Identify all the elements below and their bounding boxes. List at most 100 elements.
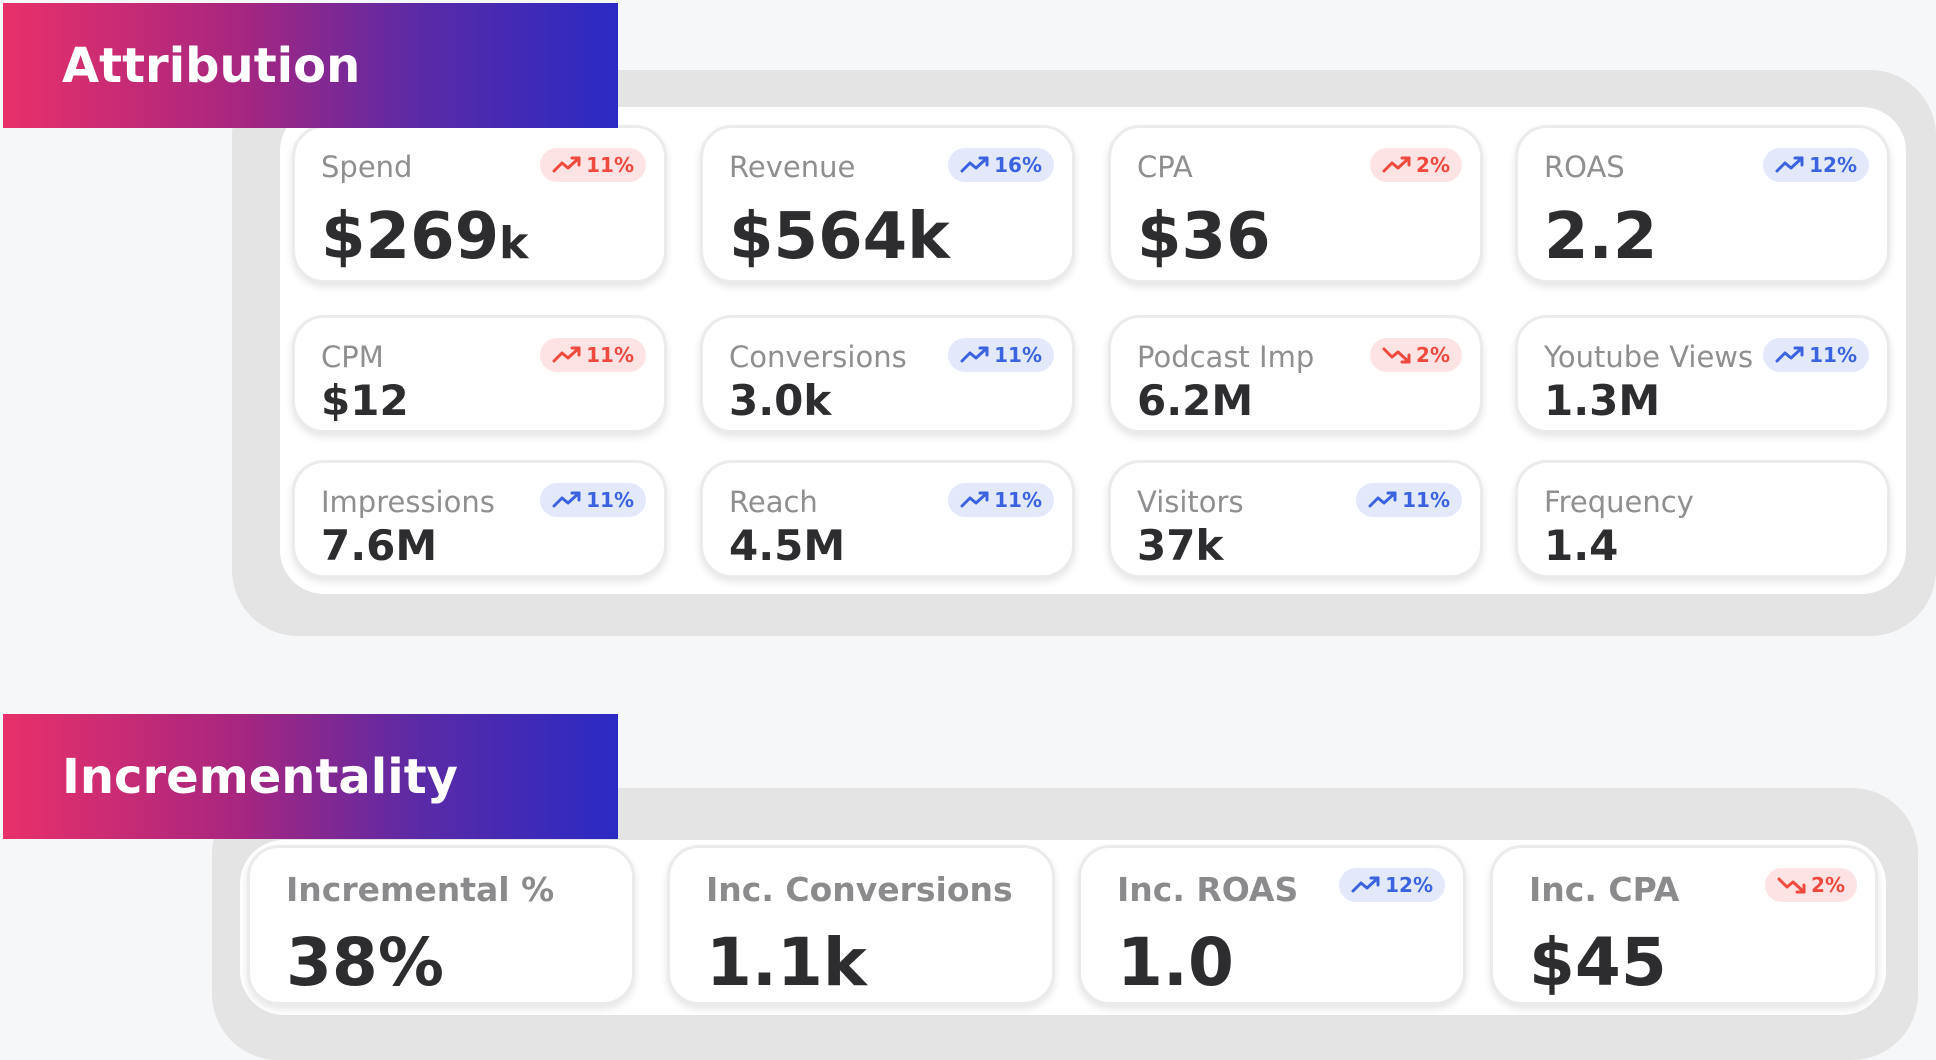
metric-card-conversions[interactable]: Conversions 3.0k 11%: [700, 315, 1075, 433]
metric-value: 7.6M: [321, 521, 437, 570]
trend-badge: 2%: [1765, 868, 1857, 902]
trend-percent: 11%: [994, 488, 1042, 512]
metric-value: 1.1k: [706, 924, 867, 1001]
trend-percent: 11%: [586, 488, 634, 512]
metric-value-text: $45: [1529, 924, 1667, 1001]
metric-card-revenue[interactable]: Revenue $564k 16%: [700, 125, 1075, 283]
attribution-banner: Attribution: [3, 3, 618, 128]
metric-value: 1.4: [1544, 521, 1618, 570]
metric-value: $12: [321, 376, 409, 425]
trend-percent: 2%: [1416, 153, 1450, 177]
trending-up-icon: [1775, 155, 1805, 175]
trending-up-icon: [1775, 345, 1805, 365]
trending-up-icon: [552, 155, 582, 175]
trend-badge: 16%: [948, 148, 1054, 182]
trending-up-icon: [1351, 875, 1381, 895]
trend-percent: 11%: [1809, 343, 1857, 367]
metric-value-text: 1.4: [1544, 521, 1619, 570]
trend-percent: 2%: [1811, 873, 1845, 897]
metric-value: 37k: [1137, 521, 1223, 570]
metric-label: CPA: [1137, 150, 1193, 184]
metric-card-roas[interactable]: ROAS 2.2 12%: [1515, 125, 1890, 283]
metric-value: 1.0: [1117, 924, 1234, 1001]
metric-card-youtube-views[interactable]: Youtube Views 1.3M 11%: [1515, 315, 1890, 433]
metric-label: Podcast Imp: [1137, 340, 1315, 374]
metric-label: Inc. ROAS: [1117, 870, 1299, 909]
dashboard: Attribution Spend $269k 11% Revenue $564k 16%…: [0, 0, 1936, 1060]
metric-value-text: 6.2M: [1137, 376, 1254, 425]
trend-percent: 11%: [994, 343, 1042, 367]
metric-value: 1.3M: [1544, 376, 1660, 425]
incrementality-title: Incrementality: [62, 748, 458, 805]
metric-value: 2.2: [1544, 200, 1657, 274]
incrementality-banner: Incrementality: [3, 714, 618, 839]
metric-value-text: 38%: [286, 924, 444, 1001]
trend-percent: 11%: [586, 343, 634, 367]
trending-up-icon: [960, 155, 990, 175]
metric-value: 6.2M: [1137, 376, 1253, 425]
trend-badge: 11%: [540, 483, 646, 517]
metric-card-podcast-imp[interactable]: Podcast Imp 6.2M 2%: [1108, 315, 1483, 433]
metric-label: Youtube Views: [1544, 340, 1754, 374]
metric-label: Inc. Conversions: [706, 870, 1013, 909]
metric-label: Inc. CPA: [1529, 870, 1680, 909]
trend-percent: 2%: [1416, 343, 1450, 367]
metric-card-inc-conversions[interactable]: Inc. Conversions 1.1k: [667, 845, 1055, 1005]
trend-percent: 12%: [1385, 873, 1433, 897]
metric-value-text: 1.0: [1117, 924, 1234, 1001]
metric-card-impressions[interactable]: Impressions 7.6M 11%: [292, 460, 667, 578]
metric-card-frequency[interactable]: Frequency 1.4: [1515, 460, 1890, 578]
trend-badge: 11%: [1763, 338, 1869, 372]
trending-down-icon: [1777, 875, 1807, 895]
metric-card-incremental[interactable]: Incremental % 38%: [247, 845, 635, 1005]
metric-label: Incremental %: [286, 870, 555, 909]
trending-up-icon: [1368, 490, 1398, 510]
metric-card-cpa[interactable]: CPA $36 2%: [1108, 125, 1483, 283]
metric-card-cpm[interactable]: CPM $12 11%: [292, 315, 667, 433]
metric-value: 3.0k: [729, 376, 831, 425]
metric-card-reach[interactable]: Reach 4.5M 11%: [700, 460, 1075, 578]
metric-value-text: 4.5M: [729, 521, 846, 570]
metric-card-inc-cpa[interactable]: Inc. CPA $45 2%: [1490, 845, 1878, 1005]
trend-badge: 11%: [540, 148, 646, 182]
metric-label: Conversions: [729, 340, 907, 374]
metric-value-text: 1.3M: [1544, 376, 1661, 425]
metric-value-text: $564k: [729, 200, 950, 274]
trending-up-icon: [552, 345, 582, 365]
metric-value-text: $269: [321, 200, 500, 274]
metric-value: $36: [1137, 200, 1271, 274]
metric-value: $564k: [729, 200, 950, 274]
metric-label: Impressions: [321, 485, 495, 519]
trending-up-icon: [960, 490, 990, 510]
metric-value: 38%: [286, 924, 444, 1001]
metric-label: ROAS: [1544, 150, 1625, 184]
trend-badge: 11%: [540, 338, 646, 372]
trending-up-icon: [1382, 155, 1412, 175]
metric-value-text: 3.0k: [729, 376, 832, 425]
trend-badge: 11%: [948, 338, 1054, 372]
metric-card-inc-roas[interactable]: Inc. ROAS 1.0 12%: [1078, 845, 1466, 1005]
metric-value-text: $12: [321, 376, 409, 425]
trend-badge: 12%: [1763, 148, 1869, 182]
metric-value-text: 7.6M: [321, 521, 438, 570]
metric-value: $269k: [321, 200, 528, 274]
trend-percent: 11%: [586, 153, 634, 177]
trend-percent: 12%: [1809, 153, 1857, 177]
metric-label: Reach: [729, 485, 818, 519]
trend-badge: 2%: [1370, 148, 1462, 182]
metric-value: $45: [1529, 924, 1667, 1001]
metric-label: CPM: [321, 340, 384, 374]
metric-label: Spend: [321, 150, 413, 184]
metric-label: Visitors: [1137, 485, 1244, 519]
metric-value-text: 1.1k: [706, 924, 867, 1001]
metric-value-suffix: k: [499, 218, 529, 269]
trend-percent: 16%: [994, 153, 1042, 177]
metric-value-text: 37k: [1137, 521, 1224, 570]
metric-label: Revenue: [729, 150, 856, 184]
metric-card-visitors[interactable]: Visitors 37k 11%: [1108, 460, 1483, 578]
trending-down-icon: [1382, 345, 1412, 365]
metric-label: Frequency: [1544, 485, 1694, 519]
metric-card-spend[interactable]: Spend $269k 11%: [292, 125, 667, 283]
trend-badge: 12%: [1339, 868, 1445, 902]
metric-value: 4.5M: [729, 521, 845, 570]
